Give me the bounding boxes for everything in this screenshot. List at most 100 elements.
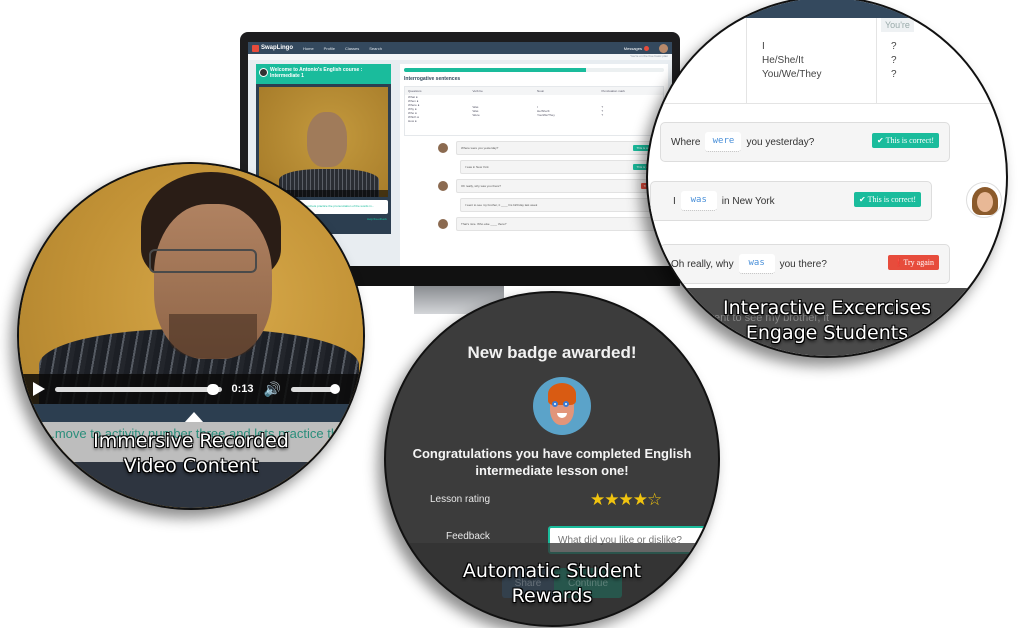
exercises-magnifier: You're I He/She/It You/We/They ??? Where w… xyxy=(646,0,1008,358)
table-cell-line: He/She/It xyxy=(762,55,804,66)
logo-icon xyxy=(252,44,259,52)
star-rating[interactable]: ★★★★☆ xyxy=(590,490,662,510)
table-cell-line: I xyxy=(762,41,765,52)
star-empty-icon[interactable]: ☆ xyxy=(647,490,662,509)
table-cell-line: You/We/They xyxy=(762,69,822,80)
volume-thumb[interactable] xyxy=(329,383,340,394)
mini-exercise-text: Oh really, why was you there? xyxy=(461,184,501,188)
grammar-table-zoom: You're I He/She/It You/We/They ??? xyxy=(648,18,1006,104)
badge-avatar xyxy=(533,377,591,435)
volume-icon[interactable]: 🔊 xyxy=(264,381,281,398)
nav-home[interactable]: Home xyxy=(303,46,314,51)
badge-title: New badge awarded! xyxy=(467,343,637,362)
lesson-progress-bar xyxy=(404,68,664,72)
mini-exercise-bubble: That's nice. Who else ____ there? xyxy=(456,217,664,231)
nav-profile[interactable]: Profile xyxy=(324,46,335,51)
check-circle-icon: ✔ xyxy=(859,195,868,204)
star-filled-icon[interactable]: ★ xyxy=(619,490,634,509)
messages-link[interactable]: Messages xyxy=(623,45,649,51)
rewards-caption: Automatic Student Rewards xyxy=(386,559,718,609)
mini-exercise-bubble: Where were you yesterday? This is correct… xyxy=(456,141,664,155)
check-circle-icon: ✔ xyxy=(877,136,886,145)
table-divider xyxy=(876,18,877,103)
answer-input[interactable]: was xyxy=(680,191,717,211)
top-nav: SwapLingo Home Profile Classes Search Me… xyxy=(248,42,672,54)
exercise-topbar xyxy=(648,0,1006,18)
seek-bar[interactable] xyxy=(55,383,222,395)
table-cell-line: ? xyxy=(601,113,604,117)
grammar-table: Questions Verb be Noun Punctuation mark … xyxy=(404,86,664,136)
lesson-heading: Interrogative sentences xyxy=(404,76,461,82)
correct-badge: ✔ This is correct! xyxy=(872,133,939,148)
nav-classes[interactable]: Classes xyxy=(345,46,359,51)
video-caption: Immersive Recorded Video Content xyxy=(19,429,363,479)
punctuation-column: ??? xyxy=(891,40,897,82)
app-logo[interactable]: SwapLingo xyxy=(252,44,293,52)
verbs-cell: Was Was Were xyxy=(470,95,535,135)
student-avatar xyxy=(966,182,1002,218)
status-label: This is correct! xyxy=(867,195,916,204)
exercise-text-before: I xyxy=(673,195,676,207)
mini-exercise-item: Oh really, why was you there?Try again xyxy=(404,179,664,193)
col-noun: Noun xyxy=(537,89,545,93)
col-verb: Verb be xyxy=(472,89,483,93)
teacher-avatar xyxy=(438,143,448,153)
teacher-glasses xyxy=(149,249,257,273)
mini-exercise-text: I went to see my brother, it ____ his bi… xyxy=(465,203,538,207)
caption-line: Rewards xyxy=(511,585,593,607)
table-cell-line: ? xyxy=(891,41,897,52)
table-cell-line: ? xyxy=(891,69,897,80)
exercise-text-after: in New York xyxy=(721,195,775,207)
answer-input[interactable]: was xyxy=(738,254,775,274)
star-filled-icon[interactable]: ★ xyxy=(604,490,619,509)
exercise-item: I was in New York ✔ This is correct! xyxy=(650,181,932,221)
exercise-text-after: you there? xyxy=(779,258,827,270)
mini-exercise-item: Where were you yesterday? This is correct… xyxy=(404,141,664,155)
rewards-magnifier: New badge awarded! Congratulations you h… xyxy=(384,291,720,627)
mini-exercise-item: I was in New YorkThis is correct! xyxy=(404,160,664,174)
seek-thumb[interactable] xyxy=(207,383,220,395)
course-header: Welcome to Antonio's English course : In… xyxy=(256,64,391,84)
caption-line: Video Content xyxy=(123,455,259,477)
mini-exercise-list: Where were you yesterday? This is correct… xyxy=(404,141,664,231)
avatar-face xyxy=(977,192,993,212)
exercise-item: Oh really, why was you there? ❗Try again xyxy=(660,244,950,284)
grammar-table-header: Questions Verb be Noun Punctuation mark xyxy=(405,87,663,95)
questions-cell: What ● When ● Where ● Why ● Who ● Which ● How … xyxy=(405,95,470,135)
mini-exercise-text: I was in New York xyxy=(465,165,489,169)
mini-exercise-text: Where were you yesterday? xyxy=(461,146,499,150)
course-title: Welcome to Antonio's English course : In… xyxy=(270,67,363,79)
volume-slider[interactable] xyxy=(291,383,340,394)
nav-search[interactable]: Search xyxy=(369,46,382,51)
exercise-text-before: Oh really, why xyxy=(671,258,734,270)
mini-exercise-bubble: Oh really, why was you there?Try again xyxy=(456,179,664,193)
mini-exercise-item: That's nice. Who else ____ there? xyxy=(404,217,664,231)
teacher-face xyxy=(307,112,347,167)
mini-exercise-bubble: I went to see my brother, it ____ his bi… xyxy=(460,198,664,212)
alert-icon: ❗ xyxy=(893,258,904,267)
exercise-item: Where were you yesterday? ✔ This is corr… xyxy=(660,122,950,162)
table-cell-line: You/We/They xyxy=(537,113,555,117)
table-cell-line: Were xyxy=(472,113,480,117)
video-time: 0:13 xyxy=(231,383,254,395)
lesson-progress-fill xyxy=(404,68,586,72)
grammar-table-body: What ● When ● Where ● Why ● Who ● Which ● How … xyxy=(405,95,663,135)
messages-label: Messages xyxy=(623,45,642,51)
feedback-label: Feedback xyxy=(446,531,490,542)
answer-input[interactable]: were xyxy=(705,132,742,152)
teacher-avatar xyxy=(259,68,268,77)
table-divider xyxy=(746,18,747,103)
exercise-text-before: Where xyxy=(671,136,701,148)
exercises-caption: Interactive Excercises Engage Students xyxy=(648,296,1006,346)
exercise-text-after: you yesterday? xyxy=(746,136,815,148)
star-filled-icon[interactable]: ★ xyxy=(590,490,605,509)
congrats-message: Congratulations you have completed Engli… xyxy=(412,446,692,478)
badge-eye xyxy=(552,401,558,407)
col-questions: Questions xyxy=(408,89,422,93)
mini-exercise-bubble: I was in New YorkThis is correct! xyxy=(460,160,664,174)
status-label: Try again xyxy=(903,258,934,267)
star-filled-icon[interactable]: ★ xyxy=(633,490,648,509)
nouns-column: I He/She/It You/We/They xyxy=(762,40,821,82)
play-icon[interactable] xyxy=(33,382,45,396)
lesson-panel: Interrogative sentences Questions Verb b… xyxy=(400,64,668,274)
